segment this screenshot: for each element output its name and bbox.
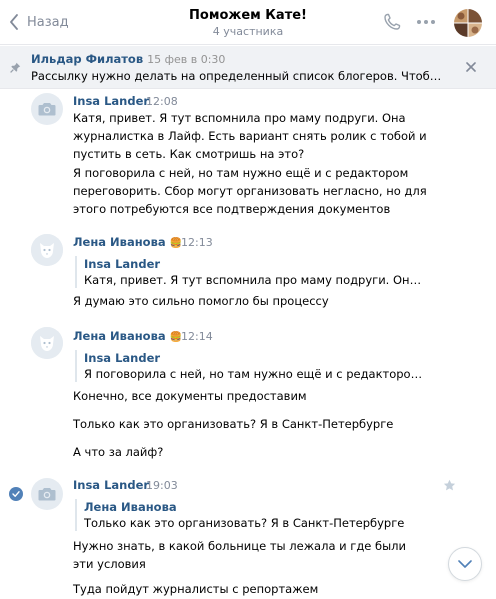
message-text: Только как это организовать? Я в Санкт-П… xyxy=(73,417,394,431)
message-author-name[interactable]: Лена Иванова xyxy=(73,329,166,343)
deactivated-dog-avatar-icon xyxy=(31,234,63,266)
close-icon[interactable] xyxy=(466,62,476,72)
message-text: Конечно, все документы предоставим xyxy=(73,389,307,403)
quote-text: Катя, привет. Я тут вспомнила про маму п… xyxy=(84,273,424,287)
message-time[interactable]: 12:13 xyxy=(181,236,213,249)
quote-author: Insa Lander xyxy=(84,257,161,271)
message-text: Катя, привет. Я тут вспомнила про маму п… xyxy=(73,111,427,161)
call-button[interactable] xyxy=(381,11,403,33)
message-author[interactable]: Insa Lander xyxy=(73,94,149,108)
star-icon[interactable] xyxy=(443,479,456,492)
avatar[interactable] xyxy=(31,234,63,266)
message-author-name[interactable]: Лена Иванова xyxy=(73,235,166,249)
quote-author: Insa Lander xyxy=(84,351,161,365)
pinned-author-name[interactable]: Ильдар Филатов xyxy=(31,52,143,66)
reply-quote[interactable]: Insa Lander Я поговорила с ней, но там н… xyxy=(75,350,425,382)
checkmark-icon xyxy=(12,491,20,497)
deactivated-dog-avatar-icon xyxy=(31,327,63,359)
avatar[interactable] xyxy=(31,478,63,510)
quote-text: Я поговорила с ней, но там нужно ещё и с… xyxy=(84,367,424,381)
pinned-author: Ильдар Филатов 15 фев в 0:30 xyxy=(31,52,225,66)
message-author[interactable]: Лена Иванова 🍔 xyxy=(73,235,182,249)
message-time[interactable]: 12:08 xyxy=(146,95,178,108)
pinned-message[interactable]: Ильдар Филатов 15 фев в 0:30 Рассылку нуж… xyxy=(0,46,496,89)
message-text: Я поговорила с ней, но там нужно ещё и с… xyxy=(73,166,427,216)
message-author[interactable]: Insa Lander xyxy=(73,478,149,492)
avatar[interactable] xyxy=(31,93,63,125)
chat-header: Назад Поможем Кате! 4 участника xyxy=(0,0,496,45)
reply-quote[interactable]: Лена Иванова Только как это организовать… xyxy=(75,499,425,531)
avatar[interactable] xyxy=(31,327,63,359)
camera-placeholder-icon xyxy=(38,488,56,501)
reply-quote[interactable]: Insa Lander Катя, привет. Я тут вспомнил… xyxy=(75,256,425,288)
pin-icon xyxy=(10,62,21,73)
message-text: Туда пойдут журналисты с репортажем xyxy=(73,582,319,596)
chat-avatar[interactable] xyxy=(454,9,482,37)
quote-text: Только как это организовать? Я в Санкт-П… xyxy=(84,516,405,530)
message-text: Я думаю это сильно помогло бы процессу xyxy=(73,294,329,308)
camera-placeholder-icon xyxy=(38,103,56,116)
quote-author: Лена Иванова xyxy=(84,500,177,514)
chevron-down-icon xyxy=(458,560,472,568)
pinned-text: Рассылку нужно делать на определенный сп… xyxy=(31,69,449,83)
more-horizontal-icon xyxy=(417,20,435,24)
message-text: Нужно знать, в какой больнице ты лежала … xyxy=(73,539,407,571)
more-button[interactable] xyxy=(415,11,437,33)
selected-checkmark[interactable] xyxy=(9,487,23,501)
message-author[interactable]: Лена Иванова 🍔 xyxy=(73,329,182,343)
message-text: А что за лайф? xyxy=(73,445,164,459)
scroll-down-button[interactable] xyxy=(448,547,482,581)
message-time[interactable]: 12:14 xyxy=(181,330,213,343)
message-time[interactable]: 19:03 xyxy=(146,479,178,492)
pinned-date: 15 фев в 0:30 xyxy=(147,53,226,66)
phone-icon xyxy=(384,13,401,30)
